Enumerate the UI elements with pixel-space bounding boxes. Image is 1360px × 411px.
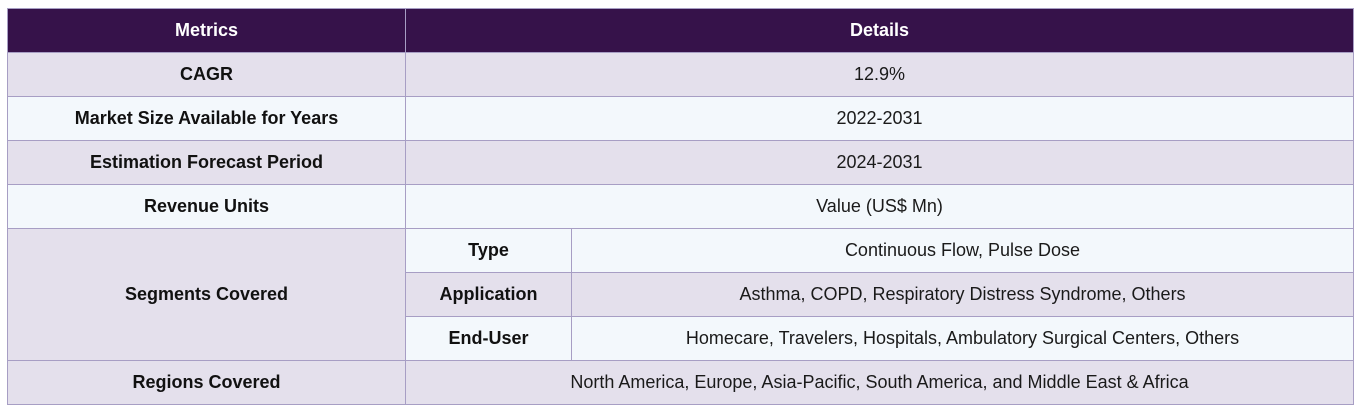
report-metrics-table-wrapper: Metrics Details CAGR 12.9% Market Size A…: [7, 8, 1354, 405]
table-row-cagr: CAGR 12.9%: [7, 52, 1354, 97]
report-metrics-table: Metrics Details CAGR 12.9% Market Size A…: [7, 8, 1354, 405]
metric-value: 2024-2031: [405, 140, 1354, 185]
header-details: Details: [405, 8, 1354, 53]
table-header-row: Metrics Details: [7, 8, 1354, 53]
metric-label: Market Size Available for Years: [7, 96, 406, 141]
metric-label: CAGR: [7, 52, 406, 97]
table-row-regions: Regions Covered North America, Europe, A…: [7, 360, 1354, 405]
segment-value: Continuous Flow, Pulse Dose: [571, 228, 1354, 273]
segment-value: Homecare, Travelers, Hospitals, Ambulato…: [571, 316, 1354, 361]
table-row-market-size-years: Market Size Available for Years 2022-203…: [7, 96, 1354, 141]
metric-value: Value (US$ Mn): [405, 184, 1354, 229]
header-metrics: Metrics: [7, 8, 406, 53]
regions-covered-value: North America, Europe, Asia-Pacific, Sou…: [405, 360, 1354, 405]
table-row-segment-type: Segments Covered Type Continuous Flow, P…: [7, 228, 1354, 361]
segments-covered-label: Segments Covered: [7, 228, 406, 361]
regions-covered-label: Regions Covered: [7, 360, 406, 405]
table-row-forecast-period: Estimation Forecast Period 2024-2031: [7, 140, 1354, 185]
metric-value: 12.9%: [405, 52, 1354, 97]
segment-label: Application: [405, 272, 572, 317]
metric-label: Estimation Forecast Period: [7, 140, 406, 185]
segment-value: Asthma, COPD, Respiratory Distress Syndr…: [571, 272, 1354, 317]
table-row-revenue-units: Revenue Units Value (US$ Mn): [7, 184, 1354, 229]
metric-label: Revenue Units: [7, 184, 406, 229]
metric-value: 2022-2031: [405, 96, 1354, 141]
segment-label: Type: [405, 228, 572, 273]
segment-label: End-User: [405, 316, 572, 361]
